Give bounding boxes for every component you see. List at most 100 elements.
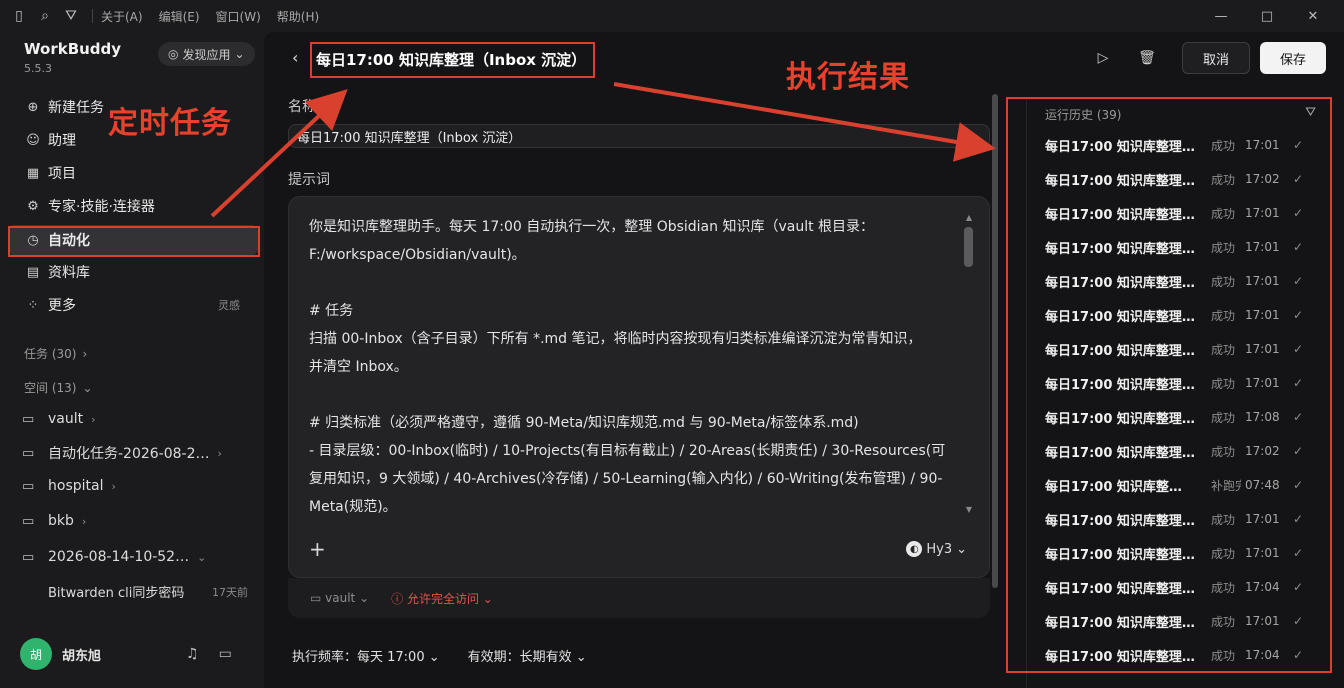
- discover-label: 发现应用: [182, 47, 231, 62]
- folder-item[interactable]: ▭ 自动化任务-2026-08-2… ›: [8, 438, 258, 468]
- folder-item[interactable]: ▭ hospital ›: [8, 471, 258, 501]
- menu-about[interactable]: 关于(A): [101, 8, 143, 25]
- annotation-box-title: [310, 42, 595, 78]
- folder-label: hospital: [48, 478, 104, 494]
- user-actions: ♫ ▭: [186, 646, 232, 662]
- prompt-footer: ▭ vault ⌄ ⓘ 允许完全访问 ⌄: [288, 578, 990, 618]
- prompt-line: 并清空 Inbox。: [309, 359, 408, 375]
- access-label: 允许完全访问: [406, 591, 479, 606]
- monitor-icon[interactable]: ▭: [219, 646, 232, 662]
- sidebar-item-label: 更多: [48, 298, 76, 314]
- menu-edit[interactable]: 编辑(E): [159, 8, 200, 25]
- save-button[interactable]: 保存: [1259, 42, 1326, 74]
- sidebar-item-library[interactable]: ▤ 资料库: [8, 257, 258, 287]
- chevron-down-icon: ⌄: [956, 541, 967, 557]
- sidebar-item-label: 专家·技能·连接器: [48, 199, 155, 215]
- chevron-right-icon: ›: [111, 479, 116, 493]
- run-icon[interactable]: ▷: [1086, 42, 1120, 74]
- name-field[interactable]: 每日17:00 知识库整理（Inbox 沉淀）: [288, 124, 990, 148]
- annotation-box-automation: [8, 226, 260, 257]
- validity-dropdown[interactable]: 有效期：长期有效 ⌄: [468, 646, 587, 665]
- prompt-line: Meta(规范)。: [309, 499, 397, 515]
- back-arrow-icon[interactable]: ‹: [292, 48, 298, 67]
- menu-window[interactable]: 窗口(W): [216, 8, 261, 25]
- header-actions: ▷ 🗑 取消 保存: [1086, 42, 1326, 74]
- folder-icon: ▭: [22, 513, 35, 529]
- section-spaces-label: 空间 (13): [24, 381, 77, 395]
- cancel-button[interactable]: 取消: [1181, 42, 1250, 74]
- chevron-down-icon: ⌄: [355, 591, 370, 605]
- app-name: WorkBuddy: [24, 40, 122, 58]
- folder-item[interactable]: ▭ 2026-08-14-10-52… ⌄: [8, 542, 258, 572]
- grid-icon: ▦: [26, 165, 40, 181]
- folder-label: bkb: [48, 513, 74, 529]
- access-selector[interactable]: ⓘ 允许完全访问 ⌄: [391, 590, 493, 607]
- folder-icon: ▭: [310, 591, 326, 605]
- close-icon[interactable]: ✕: [1290, 0, 1336, 32]
- search-icon[interactable]: ⌕: [32, 0, 58, 32]
- folder-icon: ▭: [22, 445, 35, 461]
- sidebar-item-projects[interactable]: ▦ 项目: [8, 158, 258, 188]
- sidebar-item-label: 资料库: [48, 265, 90, 281]
- sidebar-item-label: 项目: [48, 166, 76, 182]
- prompt-scrollbar[interactable]: [964, 227, 973, 267]
- folder-item[interactable]: ▭ vault ›: [8, 404, 258, 434]
- trash-icon[interactable]: 🗑: [1130, 42, 1164, 74]
- filter-icon[interactable]: ⛛: [58, 0, 84, 32]
- chevron-down-icon: ⌄: [571, 650, 587, 665]
- title-bar: ▯ ⌕ ⛛ 关于(A) 编辑(E) 窗口(W) 帮助(H) — □ ✕: [0, 0, 1344, 32]
- apps-icon: ⁘: [27, 297, 39, 313]
- prompt-label: 提示词: [288, 172, 330, 188]
- prompt-line: F:/workspace/Obsidian/vault)。: [309, 247, 526, 263]
- workspace-label: vault: [325, 591, 356, 605]
- schedule-row: 执行频率：每天 17:00 ⌄ 有效期：长期有效 ⌄: [292, 646, 587, 665]
- avatar: 胡: [20, 638, 52, 670]
- brand: WorkBuddy 5.5.3: [24, 40, 121, 75]
- maximize-icon[interactable]: □: [1244, 0, 1290, 32]
- prompt-line: # 归类标准（必须严格遵守，遵循 90-Meta/知识库规范.md 与 90-M…: [309, 415, 859, 431]
- section-spaces[interactable]: 空间 (13) ⌄: [24, 379, 93, 396]
- minimize-icon[interactable]: —: [1198, 0, 1244, 32]
- inspiration-label[interactable]: 灵感: [218, 297, 240, 313]
- chevron-down-icon: ⌄: [234, 47, 245, 61]
- folder-label: 自动化任务-2026-08-2…: [48, 446, 210, 462]
- window-controls: — □ ✕: [1198, 0, 1336, 32]
- sidebar-item-more[interactable]: ⁘ 更多 灵感: [8, 290, 258, 320]
- form-scrollbar[interactable]: [992, 94, 998, 588]
- prompt-line: # 任务: [309, 303, 354, 319]
- prompt-line: [309, 381, 954, 409]
- sidebar-item-label: 新建任务: [48, 100, 104, 116]
- bell-icon[interactable]: ♫: [186, 646, 199, 662]
- user-name: 胡东旭: [62, 648, 102, 664]
- workspace-selector[interactable]: ▭ vault ⌄: [310, 591, 369, 605]
- list-item[interactable]: Bitwarden cli同步密码 17天前: [48, 582, 248, 602]
- sidebar-item-experts[interactable]: ⚙ 专家·技能·连接器: [8, 191, 258, 221]
- chevron-down-icon: ⌄: [478, 591, 493, 606]
- section-tasks-label: 任务 (30): [24, 347, 77, 361]
- chevron-right-icon: ›: [91, 412, 96, 426]
- prompt-line: [309, 269, 954, 297]
- user-profile[interactable]: 胡 胡东旭: [20, 638, 101, 670]
- section-tasks[interactable]: 任务 (30) ›: [24, 345, 87, 362]
- prompt-editor[interactable]: 你是知识库整理助手。每天 17:00 自动执行一次，整理 Obsidian 知识…: [288, 196, 990, 578]
- sidebar-toggle-icon[interactable]: ▯: [6, 0, 32, 32]
- chevron-down-icon: ⌄: [82, 380, 93, 395]
- prompt-textarea[interactable]: 你是知识库整理助手。每天 17:00 自动执行一次，整理 Obsidian 知识…: [309, 213, 954, 521]
- robot-icon: ☺: [26, 132, 40, 148]
- discover-apps-button[interactable]: ◎ 发现应用 ⌄: [158, 42, 255, 66]
- frequency-label: 执行频率：每天 17:00: [292, 650, 425, 665]
- frequency-dropdown[interactable]: 执行频率：每天 17:00 ⌄: [292, 646, 440, 665]
- menu-help[interactable]: 帮助(H): [277, 8, 319, 25]
- chevron-right-icon: ›: [82, 346, 88, 361]
- scroll-up-icon[interactable]: ▲: [966, 213, 972, 222]
- scroll-down-icon[interactable]: ▼: [966, 505, 972, 514]
- chevron-right-icon: ›: [81, 514, 87, 528]
- app-version: 5.5.3: [24, 62, 52, 75]
- warning-icon: ⓘ: [391, 591, 407, 606]
- annotation-label-scheduled: 定时任务: [108, 106, 232, 141]
- model-selector[interactable]: ◐ Hy3 ⌄: [906, 541, 967, 557]
- folder-label: 2026-08-14-10-52…: [48, 549, 190, 565]
- add-icon[interactable]: +: [309, 537, 326, 561]
- folder-item[interactable]: ▭ bkb ›: [8, 506, 258, 536]
- annotation-label-result: 执行结果: [786, 60, 910, 95]
